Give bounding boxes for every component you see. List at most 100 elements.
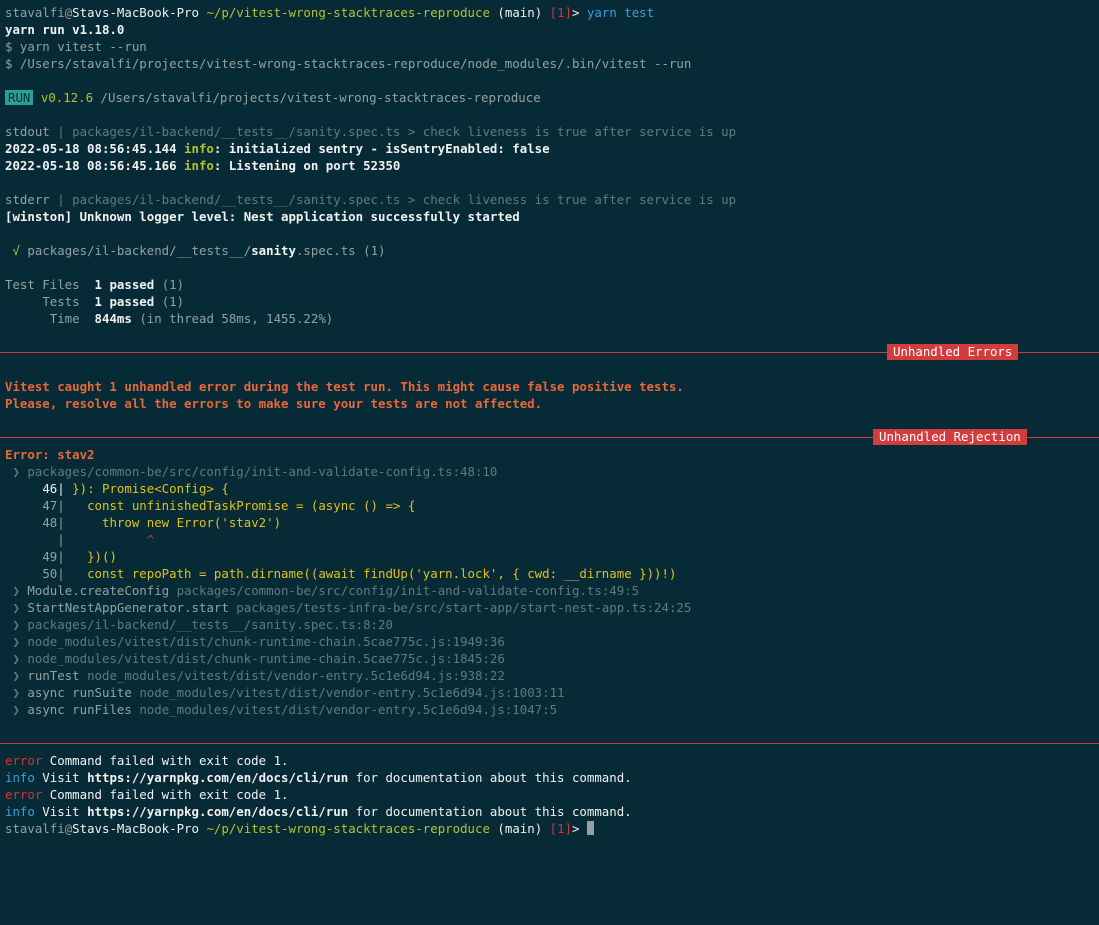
unhandled-errors-separator: Unhandled Errors (0, 344, 1099, 361)
stack-location: packages/common-be/src/config/init-and-v… (176, 583, 640, 598)
stack-fn: Module.createConfig (27, 583, 170, 598)
run-badge: RUN (5, 90, 34, 105)
chevron-right-icon: ❯ (12, 634, 20, 649)
unhandled-rejection-separator: Unhandled Rejection (0, 429, 1099, 446)
log-line: 2022-05-18 08:56:45.166 info: Listening … (5, 157, 1099, 174)
stack-frame: ❯ async runSuite node_modules/vitest/dis… (5, 684, 1099, 701)
yarn-footer-line: error Command failed with exit code 1. (5, 786, 1099, 803)
unhandled-rejection-tag: Unhandled Rejection (873, 429, 1027, 445)
prompt-line: stavalfi@Stavs-MacBook-Pro ~/p/vitest-wr… (5, 4, 1099, 21)
chevron-right-icon: ❯ (12, 583, 20, 598)
stack-head: ❯ packages/common-be/src/config/init-and… (5, 463, 1099, 480)
yarn-footer-line: info Visit https://yarnpkg.com/en/docs/c… (5, 803, 1099, 820)
prompt-branch: (main) (497, 5, 543, 20)
code-line: 50| const repoPath = path.dirname((await… (5, 565, 1099, 582)
project-path: /Users/stavalfi/projects/vitest-wrong-st… (100, 90, 541, 105)
stack-fn: runTest (27, 668, 80, 683)
test-file-dir: packages/il-backend/__tests__/ (27, 243, 252, 258)
code-line-number: 49| (42, 549, 65, 564)
summary-label: Test Files (5, 277, 80, 292)
stderr-header: stderr | packages/il-backend/__tests__/s… (5, 191, 1099, 208)
code-line-number: 50| (42, 566, 65, 581)
final-prompt-line[interactable]: stavalfi@Stavs-MacBook-Pro ~/p/vitest-wr… (5, 820, 1099, 837)
stderr-context: | packages/il-backend/__tests__/sanity.s… (57, 192, 737, 207)
footer-message: Visit (34, 770, 88, 785)
stack-frame: ❯ runTest node_modules/vitest/dist/vendo… (5, 667, 1099, 684)
code-line: 48| throw new Error('stav2') (5, 514, 1099, 531)
separator-line (0, 743, 1099, 744)
yarn-footer-line: info Visit https://yarnpkg.com/en/docs/c… (5, 769, 1099, 786)
test-file-ext: .spec.ts (295, 243, 356, 258)
stack-fn: async runSuite (27, 685, 132, 700)
code-text: }): Promise<Config> { (64, 481, 229, 496)
docs-link[interactable]: https://yarnpkg.com/en/docs/cli/run (87, 804, 348, 819)
vitest-version: v0.12.6 (40, 90, 94, 105)
log-message: : initialized sentry - isSentryEnabled: … (213, 141, 550, 156)
yarn-footer-line: error Command failed with exit code 1. (5, 752, 1099, 769)
footer-message: Command failed with exit code 1. (42, 753, 289, 768)
text-cursor[interactable] (586, 821, 594, 835)
stdout-label: stdout (5, 124, 50, 139)
footer-message: for documentation about this command. (348, 804, 632, 819)
summary-tests: Tests 1 passed (1) (5, 293, 1099, 310)
unhandled-message-2: Please, resolve all the errors to make s… (5, 396, 543, 411)
log-timestamp: 2022-05-18 08:56:45.144 (5, 141, 177, 156)
chevron-right-icon: ❯ (12, 651, 20, 666)
prompt-path: ~/p/vitest-wrong-stacktraces-reproduce (206, 5, 490, 20)
stack-fn: async runFiles (27, 702, 132, 717)
footer-message: Command failed with exit code 1. (42, 787, 289, 802)
chevron-right-icon: ❯ (12, 702, 20, 717)
chevron-right-icon: ❯ (12, 685, 20, 700)
stack-frame: ❯ StartNestAppGenerator.start packages/t… (5, 599, 1099, 616)
stdout-context: | packages/il-backend/__tests__/sanity.s… (57, 124, 737, 139)
docs-link[interactable]: https://yarnpkg.com/en/docs/cli/run (87, 770, 348, 785)
vitest-cmd-line: $ /Users/stavalfi/projects/vitest-wrong-… (5, 56, 692, 71)
code-text: })() (64, 549, 117, 564)
prompt-status: [1] (549, 5, 573, 20)
yarn-version-line: yarn run v1.18.0 (5, 22, 125, 37)
footer-level: info (5, 770, 35, 785)
prompt-branch: (main) (497, 821, 543, 836)
test-file-name: sanity (251, 243, 296, 258)
prompt-host: Stavs-MacBook-Pro (72, 5, 199, 20)
prompt-status: [1] (549, 821, 573, 836)
run-banner: RUN v0.12.6 /Users/stavalfi/projects/vit… (5, 89, 1099, 106)
footer-level: info (5, 804, 35, 819)
stack-location: packages/il-backend/__tests__/sanity.spe… (27, 617, 393, 632)
chevron-right-icon: ❯ (12, 668, 20, 683)
prompt-user: stavalfi (5, 5, 65, 20)
log-level: info (184, 158, 214, 173)
stack-location: node_modules/vitest/dist/vendor-entry.5c… (139, 685, 565, 700)
stack-location: node_modules/vitest/dist/vendor-entry.5c… (87, 668, 505, 683)
code-caret-line: | ^ (5, 531, 1099, 548)
code-line-number: 48| (42, 515, 65, 530)
stack-frame: ❯ async runFiles node_modules/vitest/dis… (5, 701, 1099, 718)
code-line-number: 46| (42, 481, 65, 496)
stack-frame: ❯ packages/il-backend/__tests__/sanity.s… (5, 616, 1099, 633)
chevron-right-icon: ❯ (12, 617, 20, 632)
footer-level: error (5, 787, 43, 802)
chevron-right-icon: ❯ (12, 600, 20, 615)
stack-frame: ❯ node_modules/vitest/dist/chunk-runtime… (5, 650, 1099, 667)
code-line: 46| }): Promise<Config> { (5, 480, 1099, 497)
error-title: Error: stav2 (5, 447, 95, 462)
summary-value: 844ms (94, 311, 132, 326)
stderr-label: stderr (5, 192, 50, 207)
footer-message: Visit (34, 804, 88, 819)
prompt-host: Stavs-MacBook-Pro (72, 821, 199, 836)
prompt-arrow: > (572, 821, 580, 836)
summary-time: Time 844ms (in thread 58ms, 1455.22%) (5, 310, 1099, 327)
terminal-window[interactable]: stavalfi@Stavs-MacBook-Pro ~/p/vitest-wr… (0, 0, 1099, 925)
stack-frame: ❯ Module.createConfig packages/common-be… (5, 582, 1099, 599)
pass-check-icon: √ (12, 243, 20, 258)
test-file-result: √ packages/il-backend/__tests__/sanity.s… (5, 242, 1099, 259)
summary-label: Tests (42, 294, 80, 309)
summary-detail: (in thread 58ms, 1455.22%) (139, 311, 334, 326)
prompt-command: yarn test (586, 5, 655, 20)
code-line: 47| const unfinishedTaskPromise = (async… (5, 497, 1099, 514)
stack-head-location: ❯ packages/common-be/src/config/init-and… (12, 464, 498, 479)
summary-label: Time (49, 311, 80, 326)
code-text: const unfinishedTaskPromise = (async () … (64, 498, 416, 513)
prompt-arrow: > (572, 5, 580, 20)
code-text: const repoPath = path.dirname((await fin… (64, 566, 677, 581)
